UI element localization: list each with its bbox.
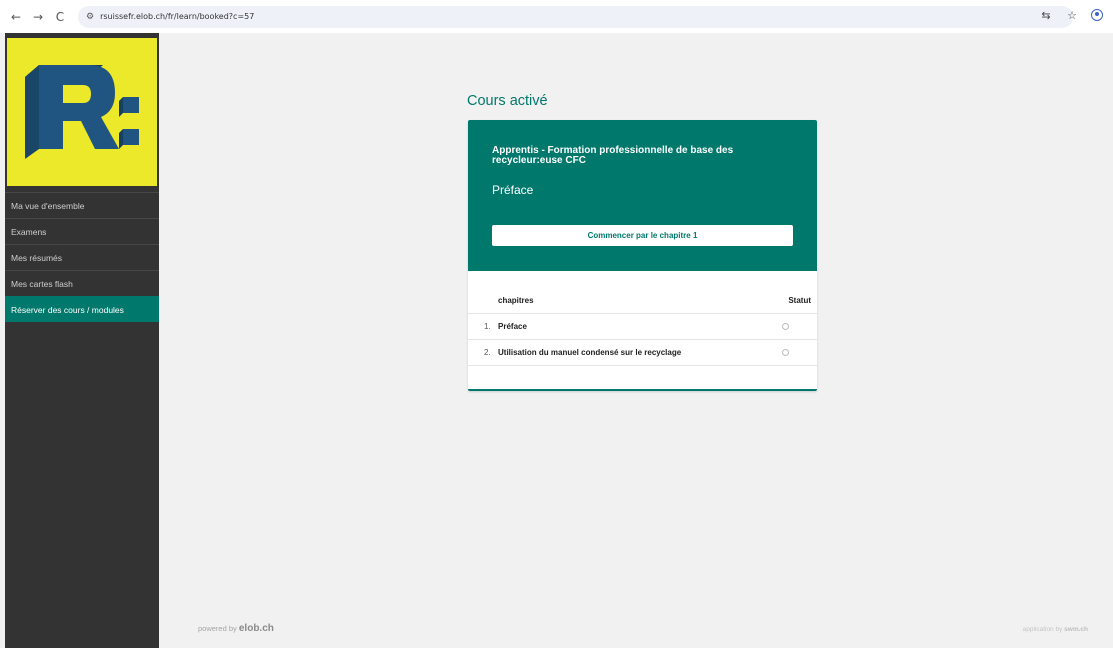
profile-icon[interactable] (1091, 9, 1103, 21)
chapter-name[interactable]: Préface (498, 322, 527, 331)
course-card-header: Apprentis - Formation professionnelle de… (468, 120, 817, 271)
chapter-name[interactable]: Utilisation du manuel condensé sur le re… (498, 348, 681, 357)
course-title: Apprentis - Formation professionnelle de… (492, 145, 734, 166)
status-circle-icon (782, 349, 789, 356)
site-settings-icon[interactable]: ⚙ (86, 12, 94, 22)
chapter-row[interactable]: 1. Préface (468, 313, 817, 339)
page-title: Cours activé (467, 93, 548, 109)
browser-toolbar: ← → C ⚙ rsuissefr.elob.ch/fr/learn/booke… (0, 0, 1113, 33)
powered-by[interactable]: powered by elob.ch (198, 623, 274, 634)
bookmark-star-icon[interactable]: ☆ (1065, 8, 1079, 22)
application-by-prefix: application by (1022, 626, 1063, 633)
course-card: Apprentis - Formation professionnelle de… (468, 120, 817, 391)
status-circle-icon (782, 323, 789, 330)
address-bar[interactable]: ⚙ rsuissefr.elob.ch/fr/learn/booked?c=57 (78, 5, 1073, 28)
url-text: rsuissefr.elob.ch/fr/learn/booked?c=57 (100, 12, 255, 21)
start-chapter-button[interactable]: Commencer par le chapitre 1 (492, 225, 793, 246)
column-header-chapters: chapitres (498, 296, 534, 305)
course-subtitle: Préface (492, 183, 534, 197)
forward-arrow-icon[interactable]: → (30, 9, 46, 25)
r-logo-icon (25, 65, 139, 159)
powered-by-prefix: powered by (198, 624, 237, 633)
powered-by-brand[interactable]: elob.ch (239, 623, 274, 634)
sidebar-item-book-courses[interactable]: Réserver des cours / modules (5, 296, 159, 322)
logo[interactable] (7, 38, 157, 186)
chapter-number: 1. (484, 322, 491, 331)
sidebar: Ma vue d'ensemble Examens Mes résumés Me… (5, 33, 159, 648)
back-arrow-icon[interactable]: ← (8, 9, 24, 25)
sidebar-menu: Ma vue d'ensemble Examens Mes résumés Me… (5, 192, 159, 322)
application-by-brand[interactable]: swm.ch (1064, 626, 1088, 633)
reload-icon[interactable]: C (52, 9, 68, 25)
sidebar-item-exams[interactable]: Examens (5, 218, 159, 244)
chapter-row[interactable]: 2. Utilisation du manuel condensé sur le… (468, 339, 817, 365)
sidebar-item-summaries[interactable]: Mes résumés (5, 244, 159, 270)
sidebar-item-overview[interactable]: Ma vue d'ensemble (5, 192, 159, 218)
chapter-number: 2. (484, 348, 491, 357)
column-header-status: Statut (788, 296, 811, 305)
sidebar-item-flashcards[interactable]: Mes cartes flash (5, 270, 159, 296)
application-by[interactable]: application by swm.ch (1023, 626, 1088, 633)
translate-icon[interactable]: ⇆ (1039, 8, 1053, 22)
table-divider (468, 365, 817, 366)
